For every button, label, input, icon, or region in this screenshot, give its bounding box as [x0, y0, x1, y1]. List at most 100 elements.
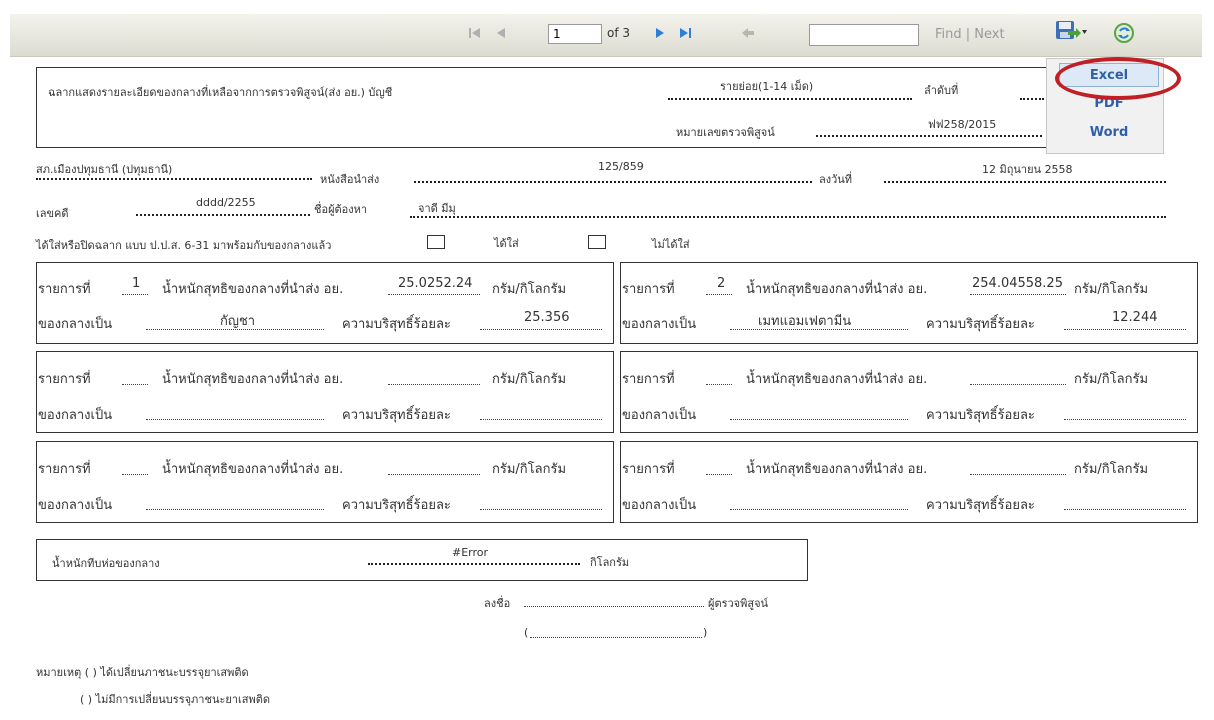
item-no-line: [706, 294, 732, 295]
note-unchanged: ( ) ไม่มีการเปลี่ยนบรรจุภาชนะยาเสพติด: [80, 693, 271, 706]
letter-line: [414, 181, 812, 183]
name-paren-open: (: [524, 626, 529, 639]
report-title: ฉลากแสดงรายละเอียดของกลางที่เหลือจากการต…: [48, 86, 393, 99]
purity-label: ความบริสุทธิ์ร้อยละ: [342, 408, 451, 423]
name-line: [530, 637, 702, 638]
unit-label: กรัม/กิโลกรัม: [1074, 462, 1149, 477]
purity-line: [1064, 509, 1186, 510]
item-label: รายการที่: [622, 372, 675, 387]
weight-label: น้ำหนักสุทธิของกลางที่นำส่ง อย.: [746, 372, 928, 387]
first-page-icon[interactable]: [465, 26, 485, 44]
order-line: [1020, 98, 1044, 100]
type-line: [730, 509, 908, 510]
weight-value: 25.0252.24: [398, 276, 473, 291]
unit-label: กรัม/กิโลกรัม: [1074, 372, 1149, 387]
type-value: กัญชา: [220, 314, 256, 329]
item-label: รายการที่: [622, 282, 675, 297]
summary-line: [668, 98, 912, 100]
package-weight-unit: กิโลกรัม: [590, 556, 630, 569]
suspect-label: ชื่อผู้ต้องหา: [314, 203, 368, 216]
seal-checkbox[interactable]: [427, 235, 445, 249]
seal-text: ได้ใส่หรือปิดฉลาก แบบ ป.ป.ส. 6-31 มาพร้อ…: [36, 239, 332, 252]
type-label: ของกลางเป็น: [622, 317, 697, 332]
weight-line: [970, 474, 1066, 475]
package-weight-value: #Error: [452, 546, 489, 559]
purity-line: [480, 329, 602, 330]
weight-value: 254.04558.25: [972, 276, 1063, 291]
case-line: [136, 214, 310, 216]
next-page-icon[interactable]: [650, 26, 670, 44]
page-count-label: of 3: [607, 26, 631, 40]
date-value: 12 มิถุนายน 2558: [982, 163, 1073, 176]
purity-line: [1064, 329, 1186, 330]
purity-line: [480, 509, 602, 510]
item-no-line: [122, 474, 148, 475]
type-line: [730, 419, 908, 420]
seal-yes-checkbox[interactable]: [588, 235, 606, 249]
item-no-line: [122, 294, 148, 295]
last-page-icon[interactable]: [674, 26, 696, 44]
type-label: ของกลางเป็น: [38, 408, 113, 423]
unit-label: กรัม/กิโลกรัม: [1074, 282, 1149, 297]
prev-page-icon[interactable]: [491, 26, 511, 44]
unit-label: กรัม/กิโลกรัม: [492, 372, 567, 387]
weight-label: น้ำหนักสุทธิของกลางที่นำส่ง อย.: [746, 282, 928, 297]
purity-label: ความบริสุทธิ์ร้อยละ: [342, 498, 451, 513]
sign-label: ลงชื่อ: [484, 597, 511, 610]
item-box-3: [36, 351, 614, 433]
type-value: เมทแอมเฟตามีน: [758, 314, 852, 329]
item-label: รายการที่: [622, 462, 675, 477]
report-toolbar: of 3 Find | Next: [10, 14, 1202, 57]
type-line: [730, 329, 908, 330]
letter-value: 125/859: [598, 160, 644, 173]
item-box-1: [36, 262, 614, 344]
type-label: ของกลางเป็น: [622, 498, 697, 513]
exam-no-label: หมายเลขตรวจพิสูจน์: [676, 126, 775, 139]
unit-label: กรัม/กิโลกรัม: [492, 282, 567, 297]
item-no-line: [706, 384, 732, 385]
purity-line: [480, 419, 602, 420]
item-no-line: [122, 384, 148, 385]
unit-label: กรัม/กิโลกรัม: [492, 462, 567, 477]
back-icon[interactable]: [738, 26, 758, 44]
purity-label: ความบริสุทธิ์ร้อยละ: [926, 317, 1035, 332]
item-box-4: [620, 351, 1198, 433]
item-box-5: [36, 441, 614, 523]
summary-value: รายย่อย(1-14 เม็ด): [720, 80, 814, 93]
weight-label: น้ำหนักสุทธิของกลางที่นำส่ง อย.: [162, 282, 344, 297]
excel-highlight-annotation: [1055, 57, 1181, 100]
refresh-icon[interactable]: [1113, 22, 1135, 44]
letter-label: หนังสือนำส่ง: [320, 173, 380, 186]
item-label: รายการที่: [38, 372, 91, 387]
purity-label: ความบริสุทธิ์ร้อยละ: [926, 498, 1035, 513]
purity-value: 25.356: [524, 310, 570, 325]
exam-no-line: [816, 135, 1042, 137]
item-box-2: [620, 262, 1198, 344]
type-line: [146, 329, 324, 330]
item-no-value: 1: [132, 276, 141, 291]
weight-label: น้ำหนักสุทธิของกลางที่นำส่ง อย.: [162, 372, 344, 387]
export-word-option[interactable]: Word: [1059, 121, 1159, 145]
weight-line: [388, 384, 480, 385]
case-value: dddd/2255: [196, 196, 256, 209]
find-text-input[interactable]: [809, 24, 919, 46]
export-save-icon[interactable]: [1054, 18, 1088, 46]
suspect-value: จาดี มีมุ: [418, 202, 456, 215]
date-line: [884, 181, 1166, 183]
suspect-line: [410, 216, 1166, 218]
item-no-value: 2: [717, 276, 726, 291]
seal-no-label: ไม่ได้ใส่: [652, 238, 690, 251]
station-line: [36, 178, 312, 180]
station-value: สภ.เมืองปทุมธานี (ปทุมธานี): [36, 163, 173, 176]
order-label: ลำดับที่: [924, 84, 959, 97]
purity-label: ความบริสุทธิ์ร้อยละ: [926, 408, 1035, 423]
purity-label: ความบริสุทธิ์ร้อยละ: [342, 317, 451, 332]
item-label: รายการที่: [38, 462, 91, 477]
type-label: ของกลางเป็น: [622, 408, 697, 423]
sign-line: [524, 606, 704, 607]
page-number-input[interactable]: [548, 24, 602, 44]
type-line: [146, 419, 324, 420]
package-weight-label: น้ำหนักทีบห่อของกลาง: [52, 557, 160, 570]
purity-line: [1064, 419, 1186, 420]
find-next-link[interactable]: Find | Next: [935, 27, 1005, 42]
